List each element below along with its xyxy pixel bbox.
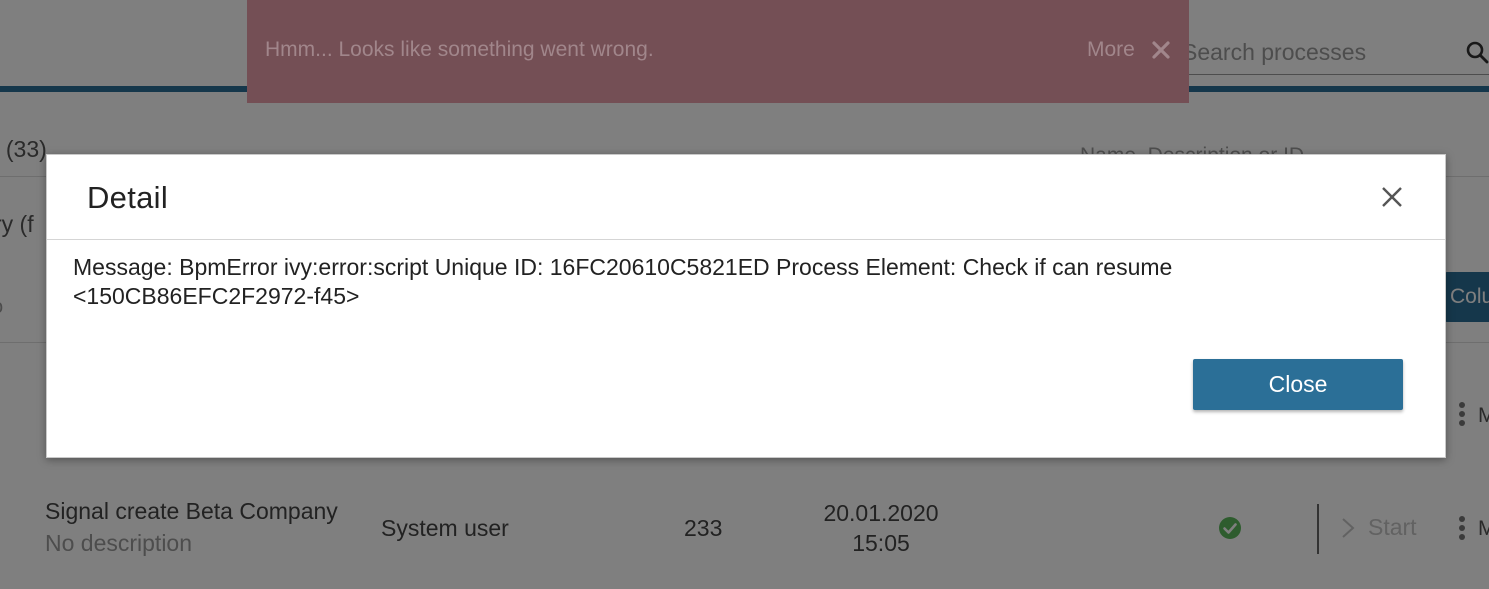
error-notification: Hmm... Looks like something went wrong. … xyxy=(247,0,1189,103)
close-button[interactable]: Close xyxy=(1193,359,1403,410)
more-link[interactable]: More xyxy=(1087,38,1135,62)
dialog-title: Detail xyxy=(87,180,169,215)
close-icon[interactable] xyxy=(1381,186,1403,208)
dialog-message: Message: BpmError ivy:error:script Uniqu… xyxy=(73,254,1173,309)
process-list-page: s (33) Name, Description or ID ry (f o C… xyxy=(0,0,1489,589)
detail-dialog: Detail Message: BpmError ivy:error:scrip… xyxy=(46,154,1446,458)
error-message: Hmm... Looks like something went wrong. xyxy=(265,38,654,61)
dialog-header: Detail xyxy=(47,155,1445,240)
close-icon[interactable] xyxy=(1151,40,1171,60)
